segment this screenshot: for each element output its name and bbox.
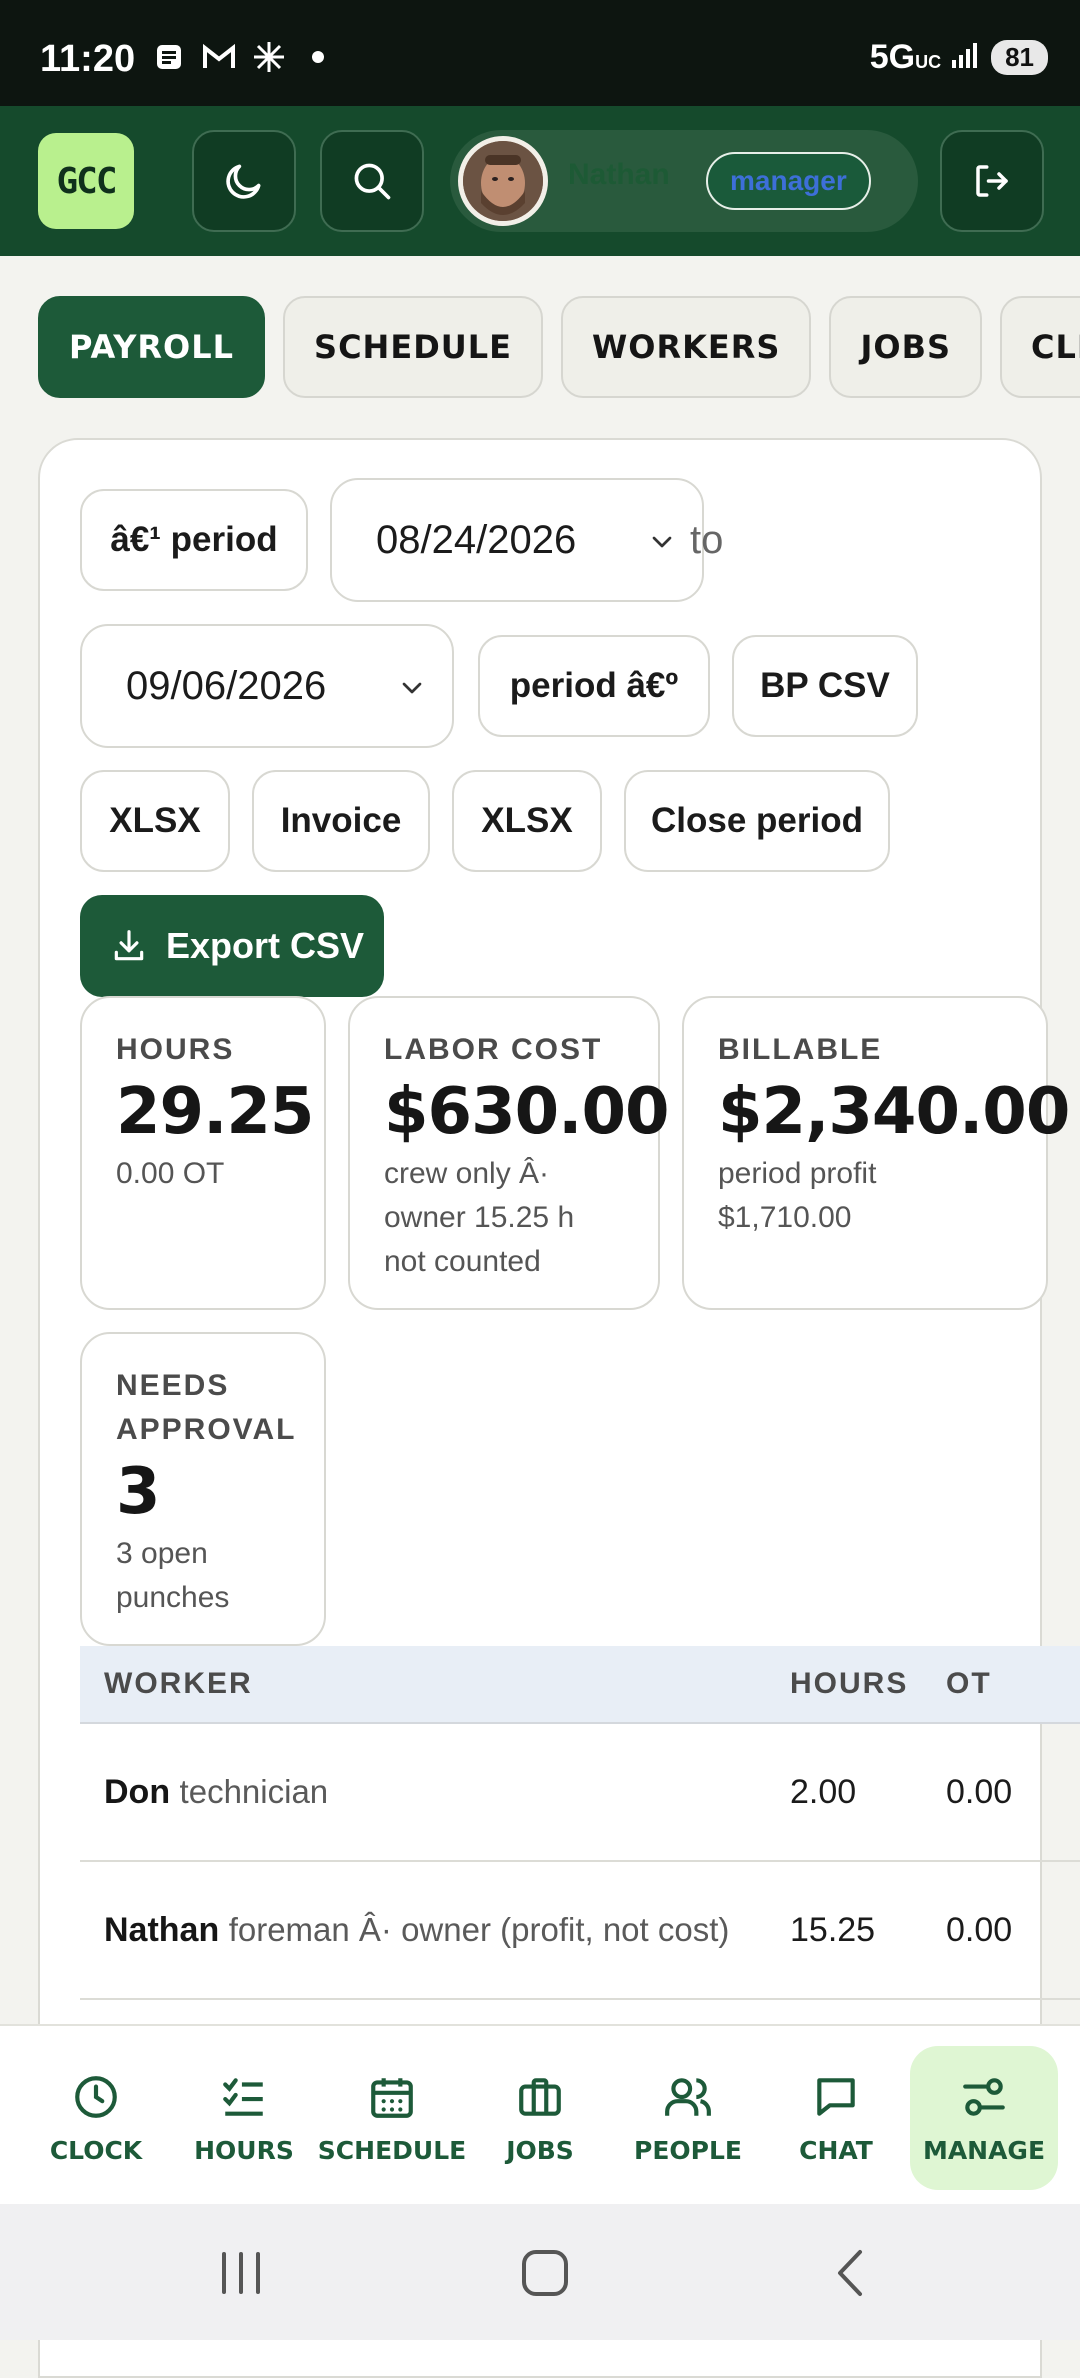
worker-name: Don bbox=[104, 1772, 171, 1811]
hours-card-sub: 0.00 OT bbox=[116, 1157, 225, 1190]
tab-workers[interactable]: WORKERS bbox=[560, 296, 812, 398]
avatar bbox=[458, 136, 548, 226]
gmail-icon bbox=[202, 40, 236, 74]
nav-chat[interactable]: CHAT bbox=[762, 2046, 910, 2190]
search-button[interactable] bbox=[320, 130, 424, 232]
manage-tabs: PAYROLL SCHEDULE WORKERS JOBS CLIENTS bbox=[38, 296, 1080, 398]
bottom-navigation: CLOCK HOURS SCHEDULE JOBS PEOPLE CHAT MA… bbox=[0, 2024, 1080, 2204]
start-date-picker[interactable]: 08/24/2026 bbox=[330, 478, 704, 602]
nav-people[interactable]: PEOPLE bbox=[614, 2046, 762, 2190]
notification-dot-icon bbox=[312, 51, 324, 63]
nav-hours[interactable]: HOURS bbox=[170, 2046, 318, 2190]
status-time: 11:20 bbox=[40, 38, 136, 80]
status-bar: 11:20 5GUC 81 bbox=[0, 0, 1080, 106]
signal-icon bbox=[951, 40, 981, 75]
needs-approval-value: 3 bbox=[116, 1455, 161, 1529]
worker-ot: 0.00 bbox=[946, 1772, 1013, 1811]
user-profile-pill[interactable]: Nathan manager bbox=[450, 130, 918, 232]
tab-jobs[interactable]: JOBS bbox=[829, 296, 983, 398]
theme-toggle-button[interactable] bbox=[192, 130, 296, 232]
nav-manage[interactable]: MANAGE bbox=[910, 2046, 1058, 2190]
hours-card-value: 29.25 bbox=[116, 1075, 314, 1149]
people-icon bbox=[665, 2077, 711, 2116]
billable-label: BILLABLE bbox=[718, 1033, 883, 1066]
previous-period-button[interactable]: â€¹ period bbox=[80, 489, 308, 591]
network-indicator: 5GUC bbox=[869, 38, 942, 76]
worker-role: technician bbox=[179, 1772, 329, 1810]
user-name: Nathan bbox=[568, 158, 670, 191]
table-header: WORKER HOURS OT bbox=[80, 1646, 1080, 1724]
nav-clock[interactable]: CLOCK bbox=[22, 2046, 170, 2190]
system-navigation-bar bbox=[0, 2204, 1080, 2340]
nav-schedule[interactable]: SCHEDULE bbox=[318, 2046, 466, 2190]
needs-approval-sub: 3 open punches bbox=[116, 1537, 230, 1614]
bp-csv-button[interactable]: BP CSV bbox=[732, 635, 918, 737]
sliders-icon bbox=[963, 2077, 1005, 2116]
billable-value: $2,340.00 bbox=[718, 1075, 1070, 1149]
chevron-down-icon bbox=[402, 682, 422, 694]
billable-sub: period profit $1,710.00 bbox=[718, 1157, 877, 1234]
export-csv-button[interactable]: Export CSV bbox=[80, 895, 384, 997]
hours-card: HOURS 29.25 0.00 OT bbox=[80, 996, 326, 1310]
logout-button[interactable] bbox=[940, 130, 1044, 232]
nav-jobs[interactable]: JOBS bbox=[466, 2046, 614, 2190]
close-period-button[interactable]: Close period bbox=[624, 770, 890, 872]
clock-icon bbox=[75, 2075, 117, 2118]
end-date-value: 09/06/2026 bbox=[126, 663, 327, 708]
worker-name: Nathan bbox=[104, 1910, 220, 1949]
app-burst-icon bbox=[252, 40, 286, 74]
labor-cost-card: LABOR COST $630.00 crew only Â· owner 15… bbox=[348, 996, 670, 1310]
hours-card-label: HOURS bbox=[116, 1033, 235, 1066]
col-ot: OT bbox=[946, 1667, 992, 1700]
worker-role: foreman Â· owner (profit, not cost) bbox=[228, 1910, 730, 1948]
table-row[interactable]: Nathan foreman Â· owner (profit, not cos… bbox=[80, 1862, 1080, 2000]
col-hours: HOURS bbox=[790, 1667, 909, 1700]
download-icon bbox=[114, 930, 144, 961]
battery-level: 81 bbox=[991, 40, 1048, 75]
xlsx-button[interactable]: XLSX bbox=[80, 770, 230, 872]
moon-icon bbox=[226, 164, 261, 199]
billable-card: BILLABLE $2,340.00 period profit $1,710.… bbox=[682, 996, 1070, 1310]
home-icon[interactable] bbox=[520, 2248, 570, 2298]
role-badge: manager bbox=[706, 152, 871, 210]
app-logo: GCC bbox=[38, 133, 134, 229]
end-date-picker[interactable]: 09/06/2026 bbox=[80, 624, 454, 748]
start-date-value: 08/24/2026 bbox=[376, 517, 577, 562]
logout-icon bbox=[976, 165, 1008, 197]
calendar-icon bbox=[371, 2077, 413, 2118]
tab-payroll[interactable]: PAYROLL bbox=[38, 296, 266, 398]
needs-approval-card[interactable]: NEEDS APPROVAL 3 3 open punches bbox=[80, 1332, 326, 1646]
labor-cost-label: LABOR COST bbox=[384, 1033, 603, 1066]
chevron-down-icon bbox=[652, 536, 672, 548]
chat-icon bbox=[817, 2077, 855, 2116]
col-worker: WORKER bbox=[104, 1667, 253, 1700]
notification-icons bbox=[152, 40, 324, 74]
worker-hours: 2.00 bbox=[790, 1772, 857, 1811]
date-range-separator: to bbox=[690, 518, 724, 562]
tab-schedule[interactable]: SCHEDULE bbox=[283, 296, 543, 398]
back-icon[interactable] bbox=[826, 2248, 876, 2298]
worker-ot: 0.00 bbox=[946, 1910, 1013, 1949]
payroll-table: WORKER HOURS OT Don technician 2.00 0.00… bbox=[80, 1646, 1080, 2000]
invoice-xlsx-button[interactable]: XLSX bbox=[452, 770, 602, 872]
export-csv-label: Export CSV bbox=[166, 925, 365, 966]
tab-clients[interactable]: CLIENTS bbox=[1000, 296, 1080, 398]
next-period-button[interactable]: period â€º bbox=[478, 635, 710, 737]
needs-approval-label: NEEDS APPROVAL bbox=[116, 1369, 297, 1446]
worker-hours: 15.25 bbox=[790, 1910, 876, 1949]
briefcase-icon bbox=[519, 2077, 561, 2116]
labor-cost-value: $630.00 bbox=[384, 1075, 670, 1149]
app-header: GCC Nathan manager bbox=[0, 106, 1080, 256]
recent-apps-icon[interactable] bbox=[216, 2248, 266, 2298]
invoice-button[interactable]: Invoice bbox=[252, 770, 430, 872]
search-icon bbox=[354, 163, 391, 200]
labor-cost-sub: crew only Â· owner 15.25 h not counted bbox=[384, 1157, 575, 1278]
news-app-icon bbox=[152, 40, 186, 74]
checklist-icon bbox=[223, 2077, 263, 2116]
table-row[interactable]: Don technician 2.00 0.00 bbox=[80, 1724, 1080, 1862]
